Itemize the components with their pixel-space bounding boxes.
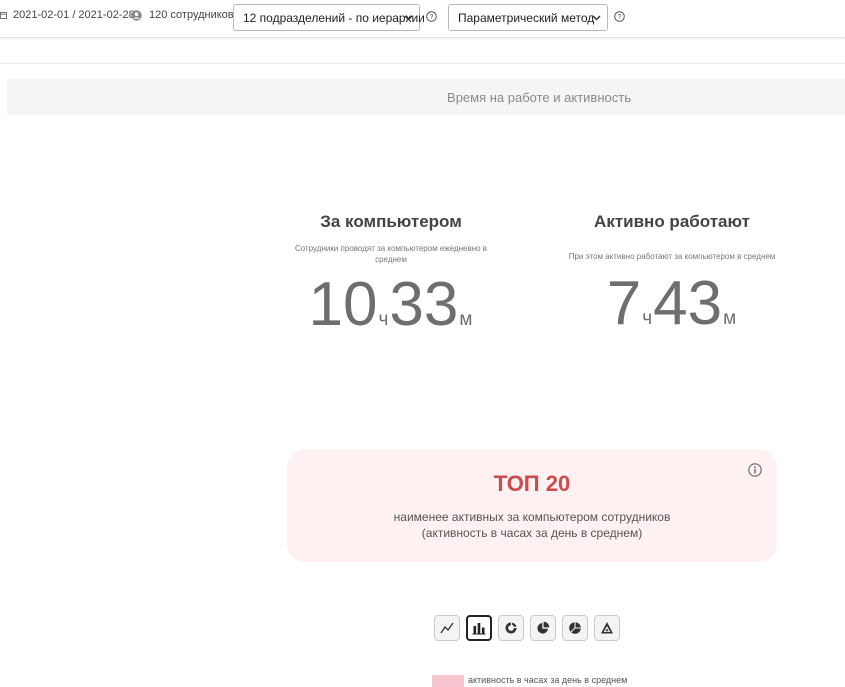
metric-hours-unit: ч xyxy=(378,309,389,330)
metric-minutes-unit: м xyxy=(723,308,737,329)
pie-chart-button[interactable] xyxy=(530,615,556,641)
top20-subtitle: наименее активных за компьютером сотрудн… xyxy=(287,509,777,541)
method-select[interactable]: Параметрический метод xyxy=(448,4,608,31)
departments-select-value: 12 подразделений - по иерархии xyxy=(243,11,425,25)
bar-chart-icon xyxy=(472,623,486,635)
metric-minutes: 33 xyxy=(389,270,459,339)
chevron-down-icon xyxy=(592,15,601,21)
bar-chart-button[interactable] xyxy=(466,615,492,641)
top20-title: ТОП 20 xyxy=(493,471,571,496)
info-icon[interactable] xyxy=(748,463,762,477)
chart-legend: активность в часах за день в среднем xyxy=(432,675,627,687)
donut-chart-icon xyxy=(505,622,517,634)
metric-computer-time: За компьютером Сотрудники проводят за ко… xyxy=(280,208,502,350)
employees-count: 120 сотрудников xyxy=(149,9,234,21)
top20-subtitle-line: (активность в часах за день в среднем) xyxy=(421,526,643,540)
top20-card: ТОП 20 наименее активных за компьютером … xyxy=(287,449,777,562)
chevron-down-icon xyxy=(404,15,413,21)
help-icon[interactable]: ? xyxy=(614,11,625,22)
top20-subtitle-line: наименее активных за компьютером сотрудн… xyxy=(393,510,671,524)
chart-type-switcher xyxy=(434,615,620,641)
pie-chart-icon xyxy=(537,621,550,634)
metric-hours: 10 xyxy=(308,270,378,339)
line-chart-button[interactable] xyxy=(434,615,460,641)
metric-title: За компьютером xyxy=(320,212,462,231)
calendar-icon xyxy=(0,12,7,19)
metric-description: Сотрудники проводят за компьютером ежедн… xyxy=(294,244,488,264)
metric-hours: 7 xyxy=(606,269,642,338)
polar-chart-icon xyxy=(569,622,581,634)
radar-chart-icon xyxy=(601,622,613,634)
svg-text:?: ? xyxy=(618,14,622,21)
metric-description: При этом активно работают за компьютером… xyxy=(568,252,776,261)
metric-active-time: Активно работают При этом активно работа… xyxy=(550,208,794,349)
metric-minutes-unit: м xyxy=(459,309,473,330)
legend-swatch xyxy=(432,675,464,687)
filter-toolbar: 2021-02-01 / 2021-02-28 120 сотрудников … xyxy=(0,0,845,38)
section-title: Время на работе и активность xyxy=(447,89,631,105)
departments-select[interactable]: 12 подразделений - по иерархии xyxy=(233,4,425,31)
donut-chart-button[interactable] xyxy=(498,615,524,641)
radar-chart-button[interactable] xyxy=(594,615,620,641)
metric-title: Активно работают xyxy=(594,212,750,231)
date-range-text: 2021-02-01 / 2021-02-28 xyxy=(13,9,135,21)
method-select-value: Параметрический метод xyxy=(458,11,595,25)
metric-value: 7ч43м xyxy=(550,273,794,349)
metric-minutes: 43 xyxy=(653,269,723,338)
divider xyxy=(0,63,845,64)
metric-value: 10ч33м xyxy=(280,274,502,350)
user-icon xyxy=(131,9,142,21)
date-range-filter[interactable]: 2021-02-01 / 2021-02-28 xyxy=(0,9,135,21)
section-header: Время на работе и активность xyxy=(7,79,845,115)
line-chart-icon xyxy=(440,622,454,634)
polar-chart-button[interactable] xyxy=(562,615,588,641)
metric-hours-unit: ч xyxy=(642,308,653,329)
svg-text:?: ? xyxy=(430,14,434,21)
help-icon[interactable]: ? xyxy=(426,11,437,22)
employees-filter[interactable]: 120 сотрудников xyxy=(131,9,234,21)
